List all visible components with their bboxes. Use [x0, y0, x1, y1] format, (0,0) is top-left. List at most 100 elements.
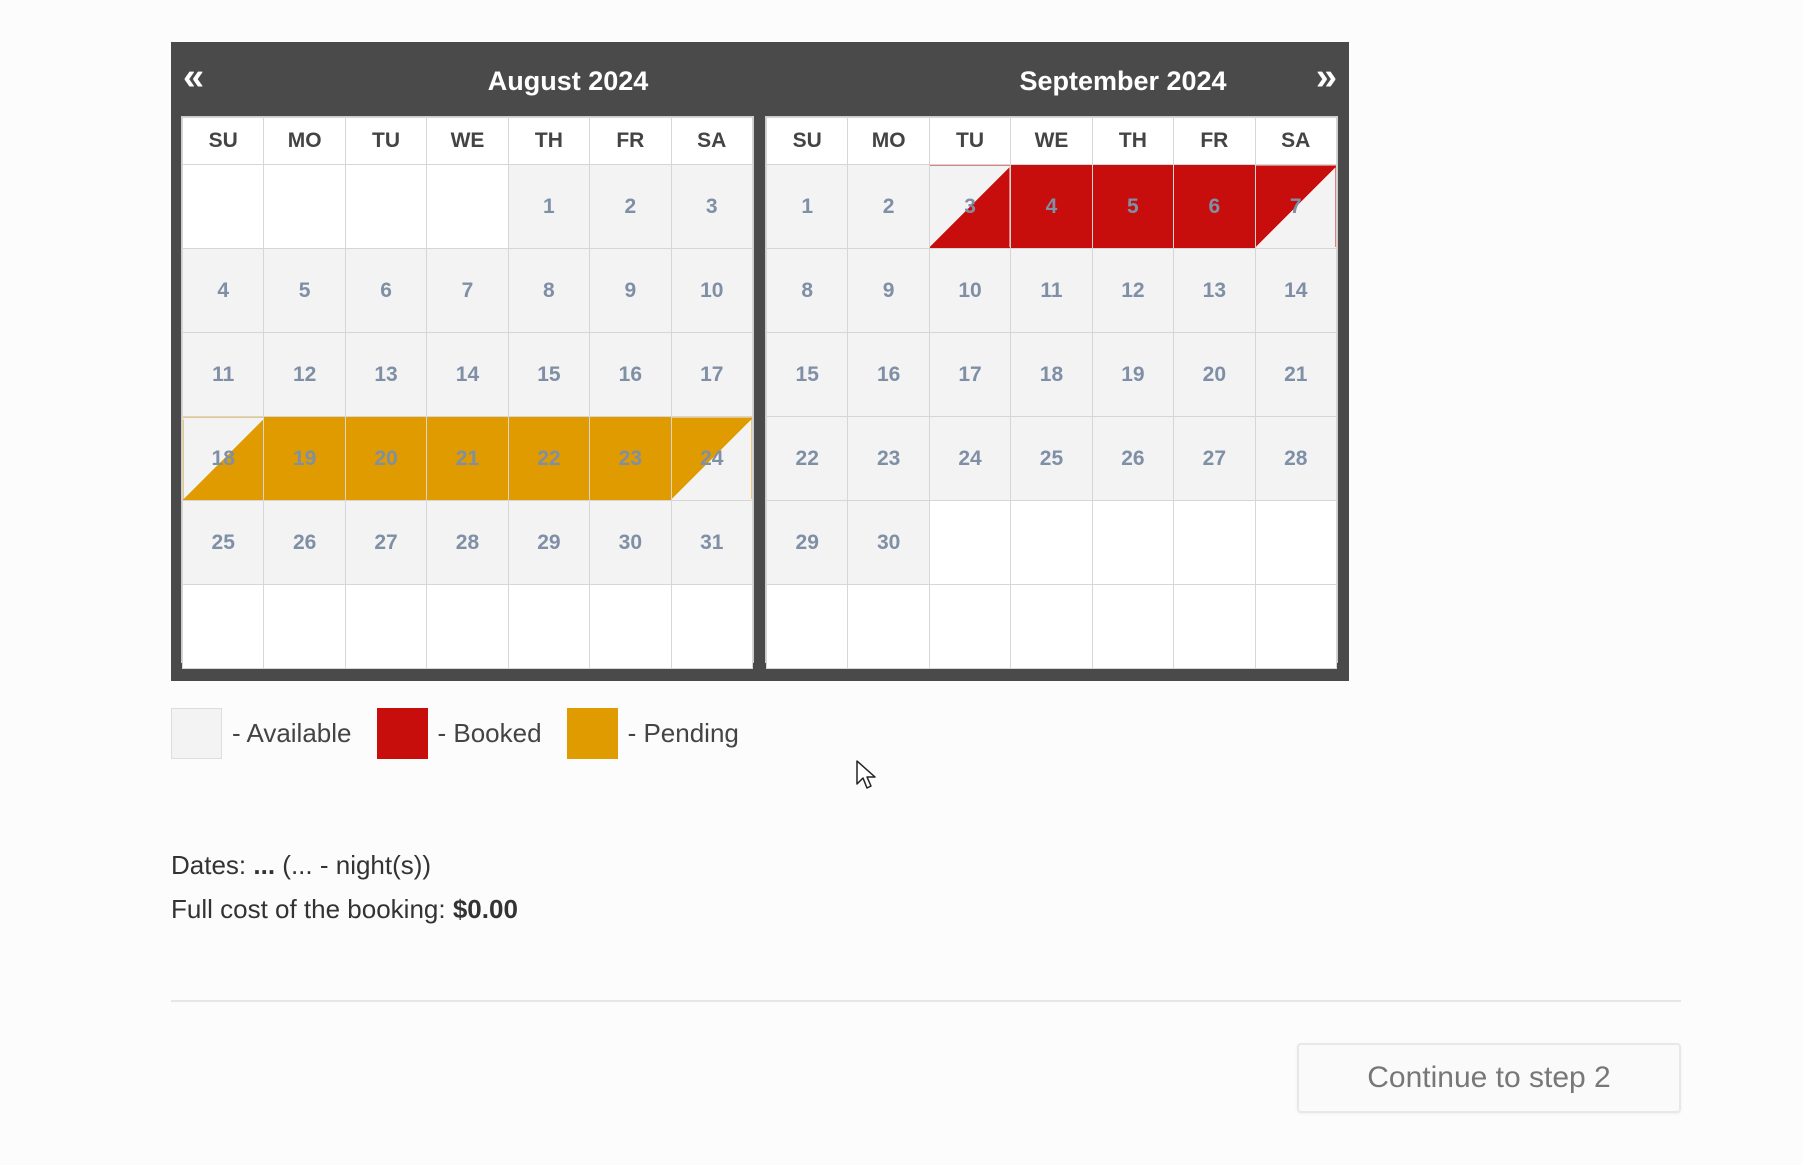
day-cell-available[interactable]: 2 — [589, 164, 672, 249]
day-cell-available[interactable]: 2 — [847, 164, 930, 249]
day-cell-pending-start[interactable]: 18 — [181, 416, 265, 501]
week-row: 15 16 17 18 19 20 21 — [765, 332, 1338, 417]
day-cell-available[interactable]: 31 — [670, 500, 754, 585]
day-cell-available[interactable]: 27 — [344, 500, 428, 585]
day-number: 27 — [1202, 446, 1226, 470]
day-cell-available[interactable]: 14 — [426, 332, 509, 417]
empty-cell — [344, 164, 428, 249]
weekday-header: TH — [507, 117, 591, 165]
empty-cell — [589, 584, 672, 669]
day-cell-available[interactable]: 4 — [181, 248, 265, 333]
day-cell-available[interactable]: 15 — [507, 332, 591, 417]
day-cell-available[interactable]: 29 — [765, 500, 849, 585]
day-cell-booked[interactable]: 4 — [1010, 164, 1093, 249]
day-cell-available[interactable]: 30 — [589, 500, 672, 585]
day-number: 31 — [700, 530, 724, 554]
week-row: 1 2 3 — [181, 164, 754, 249]
month-title-august: August 2024 — [487, 66, 649, 96]
day-cell-available[interactable]: 24 — [928, 416, 1012, 501]
day-cell-booked[interactable]: 6 — [1173, 164, 1256, 249]
day-cell-available[interactable]: 23 — [847, 416, 930, 501]
day-cell-available[interactable]: 9 — [847, 248, 930, 333]
day-number: 24 — [958, 446, 982, 470]
empty-cell — [847, 584, 930, 669]
day-cell-available[interactable]: 11 — [1010, 248, 1093, 333]
day-cell-available[interactable]: 17 — [928, 332, 1012, 417]
day-cell-available[interactable]: 8 — [765, 248, 849, 333]
prev-month-icon[interactable]: « — [183, 58, 204, 96]
week-row: 11 12 13 14 15 16 17 — [181, 332, 754, 417]
day-cell-available[interactable]: 5 — [263, 248, 346, 333]
day-cell-available[interactable]: 28 — [1254, 416, 1338, 501]
month-grid-august: SU MO TU WE TH FR SA 1 2 3 4 5 6 7 8 9 10 11 12 13 14 15 16 17… — [181, 116, 754, 669]
day-number: 12 — [1121, 278, 1145, 302]
day-cell-available[interactable]: 25 — [1010, 416, 1093, 501]
empty-cell — [928, 584, 1012, 669]
day-cell-available[interactable]: 30 — [847, 500, 930, 585]
cost-line: Full cost of the booking: $0.00 — [171, 887, 518, 931]
available-swatch — [171, 708, 222, 759]
day-cell-available[interactable]: 28 — [426, 500, 509, 585]
day-cell-available[interactable]: 6 — [344, 248, 428, 333]
empty-cell — [344, 584, 428, 669]
day-cell-pending[interactable]: 21 — [426, 416, 509, 501]
week-row: 29 30 — [765, 500, 1338, 585]
day-cell-pending[interactable]: 23 — [589, 416, 672, 501]
booking-calendar: « August 2024 September 2024 » SU MO TU WE T… — [171, 42, 1349, 681]
day-cell-available[interactable]: 20 — [1173, 332, 1256, 417]
day-cell-available[interactable]: 1 — [507, 164, 591, 249]
day-cell-available[interactable]: 17 — [670, 332, 754, 417]
day-cell-available[interactable]: 12 — [1091, 248, 1175, 333]
day-cell-available[interactable]: 10 — [928, 248, 1012, 333]
day-cell-pending[interactable]: 22 — [507, 416, 591, 501]
day-number: 2 — [882, 194, 895, 218]
day-cell-available[interactable]: 8 — [507, 248, 591, 333]
day-cell-available[interactable]: 14 — [1254, 248, 1338, 333]
day-cell-available[interactable]: 3 — [670, 164, 754, 249]
day-number: 29 — [537, 530, 561, 554]
empty-cell — [1254, 584, 1338, 669]
weekday-header: SU — [765, 117, 849, 165]
day-cell-booked[interactable]: 5 — [1091, 164, 1175, 249]
day-cell-available[interactable]: 29 — [507, 500, 591, 585]
day-cell-available[interactable]: 26 — [263, 500, 346, 585]
day-cell-available[interactable]: 18 — [1010, 332, 1093, 417]
day-cell-available[interactable]: 10 — [670, 248, 754, 333]
day-cell-pending-end[interactable]: 24 — [670, 416, 754, 501]
day-cell-available[interactable]: 1 — [765, 164, 849, 249]
day-cell-available[interactable]: 13 — [344, 332, 428, 417]
day-cell-available[interactable]: 16 — [847, 332, 930, 417]
day-cell-booked-end[interactable]: 7 — [1254, 164, 1338, 249]
day-cell-available[interactable]: 13 — [1173, 248, 1256, 333]
day-cell-available[interactable]: 26 — [1091, 416, 1175, 501]
day-cell-available[interactable]: 11 — [181, 332, 265, 417]
day-number: 25 — [1039, 446, 1064, 470]
weekday-header: MO — [847, 117, 930, 165]
day-cell-booked-start[interactable]: 3 — [928, 164, 1012, 249]
dates-line: Dates: ... (... - night(s)) — [171, 843, 518, 887]
day-number: 20 — [374, 446, 398, 470]
day-cell-available[interactable]: 16 — [589, 332, 672, 417]
day-cell-pending[interactable]: 20 — [344, 416, 428, 501]
day-cell-available[interactable]: 15 — [765, 332, 849, 417]
day-number: 16 — [618, 362, 642, 386]
week-row — [181, 584, 754, 669]
continue-to-step-2-button[interactable]: Continue to step 2 — [1297, 1043, 1681, 1113]
day-cell-available[interactable]: 12 — [263, 332, 346, 417]
day-cell-available[interactable]: 9 — [589, 248, 672, 333]
next-month-icon[interactable]: » — [1316, 58, 1337, 96]
month-table: SU MO TU WE TH FR SA 1 2 3 4 5 6 7 8 9 10 11 12 13 14 15 16 17… — [765, 117, 1338, 669]
day-cell-available[interactable]: 19 — [1091, 332, 1175, 417]
day-cell-available[interactable]: 27 — [1173, 416, 1256, 501]
weekday-header: WE — [1010, 117, 1093, 165]
month-grid-september: SU MO TU WE TH FR SA 1 2 3 4 5 6 7 8 9 10 11 12 13 14 15 16 17… — [765, 116, 1338, 669]
day-number: 30 — [618, 530, 642, 554]
day-number: 6 — [1208, 194, 1221, 218]
day-number: 10 — [958, 278, 982, 302]
day-number: 25 — [211, 530, 235, 554]
day-cell-available[interactable]: 7 — [426, 248, 509, 333]
day-cell-available[interactable]: 22 — [765, 416, 849, 501]
day-cell-available[interactable]: 21 — [1254, 332, 1338, 417]
day-cell-available[interactable]: 25 — [181, 500, 265, 585]
day-cell-pending[interactable]: 19 — [263, 416, 346, 501]
